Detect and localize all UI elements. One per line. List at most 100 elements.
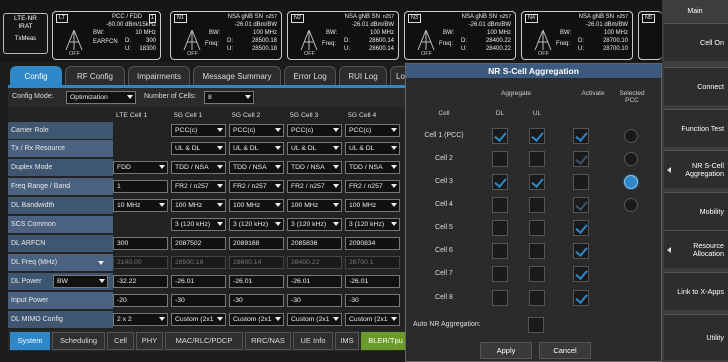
selected-pcc-radio[interactable] <box>624 152 638 166</box>
cancel-button[interactable]: Cancel <box>539 342 591 359</box>
duplex-mode-select[interactable]: TDD / NSA <box>287 161 342 174</box>
dl-bandwidth-select[interactable]: 100 MHz <box>287 199 342 212</box>
ul-aggregate-checkbox[interactable] <box>529 266 545 282</box>
tab-ims[interactable]: IMS <box>335 332 359 350</box>
duplex-mode-select[interactable]: TDD / NSA <box>345 161 400 174</box>
input-power-input[interactable]: -30 <box>171 294 226 307</box>
apply-button[interactable]: Apply <box>480 342 532 359</box>
nr-cell-4-status[interactable]: N4 NSA gNB SN n257 -26.01 dBm/BW BW: 100… <box>521 11 633 60</box>
number-of-cells-select[interactable]: 8 <box>204 91 254 104</box>
dl-arfcn-input[interactable]: 2090834 <box>345 237 400 250</box>
connect-button[interactable]: Connect <box>664 67 728 105</box>
dl-mimo-select[interactable]: Custom (2x1 <box>171 313 226 326</box>
dl-aggregate-checkbox[interactable] <box>492 128 508 144</box>
input-power-input[interactable]: -20 <box>113 294 168 307</box>
link-to-x-apps-button[interactable]: Link to X-Apps <box>664 272 728 310</box>
dl-bandwidth-select[interactable]: 10 MHz <box>113 199 168 212</box>
selected-pcc-radio[interactable] <box>624 198 638 212</box>
activate-checkbox[interactable] <box>573 220 589 236</box>
ul-aggregate-checkbox[interactable] <box>529 290 545 306</box>
tab-phy[interactable]: PHY <box>136 332 163 350</box>
ul-aggregate-checkbox[interactable] <box>529 174 545 190</box>
auto-nr-aggregation-checkbox[interactable] <box>528 317 544 333</box>
dl-mimo-select[interactable]: 2 x 2 <box>113 313 168 326</box>
duplex-mode-select[interactable]: TDD / NSA <box>171 161 226 174</box>
dl-power-input[interactable]: -32.22 <box>113 275 168 288</box>
freq-range-select[interactable]: FR2 / n257 <box>345 180 400 193</box>
nr-scell-aggregation-button[interactable]: NR S-Cell Aggregation <box>664 150 728 188</box>
activate-checkbox[interactable] <box>573 243 589 259</box>
dl-arfcn-input[interactable]: 300 <box>113 237 168 250</box>
dl-mimo-select[interactable]: Custom (2x1 <box>287 313 342 326</box>
duplex-mode-select[interactable]: FDD <box>113 161 168 174</box>
ul-aggregate-checkbox[interactable] <box>529 151 545 167</box>
tab-mac-rlc-pdcp[interactable]: MAC/RLC/PDCP <box>165 332 243 350</box>
tab-cell[interactable]: Cell <box>107 332 134 350</box>
dl-power-unit-select[interactable]: BW <box>53 275 108 288</box>
config-mode-select[interactable]: Optimization <box>66 91 136 104</box>
resource-allocation-button[interactable]: Resource Allocation <box>664 230 728 268</box>
tab-ue-info[interactable]: UE Info <box>293 332 333 350</box>
dl-bandwidth-select[interactable]: 100 MHz <box>229 199 284 212</box>
ul-aggregate-checkbox[interactable] <box>529 197 545 213</box>
scs-select[interactable]: 3 (120 kHz) <box>287 218 342 231</box>
dl-mimo-select[interactable]: Custom (2x1 <box>345 313 400 326</box>
tab-scheduling[interactable]: Scheduling <box>52 332 105 350</box>
dl-arfcn-input[interactable]: 2085836 <box>287 237 342 250</box>
dl-power-input[interactable]: -26.01 <box>287 275 342 288</box>
ul-aggregate-checkbox[interactable] <box>529 128 545 144</box>
input-power-input[interactable]: -30 <box>287 294 342 307</box>
tab-bler-tput[interactable]: BLER/Tpu <box>361 332 410 350</box>
dl-arfcn-input[interactable]: 2089168 <box>229 237 284 250</box>
tx-rx-select[interactable]: UL & DL <box>171 142 226 155</box>
dl-bandwidth-select[interactable]: 100 MHz <box>171 199 226 212</box>
activate-checkbox[interactable] <box>573 290 589 306</box>
freq-range-select[interactable]: FR2 / n257 <box>171 180 226 193</box>
ul-aggregate-checkbox[interactable] <box>529 243 545 259</box>
tx-rx-select[interactable]: UL & DL <box>229 142 284 155</box>
dl-aggregate-checkbox[interactable] <box>492 266 508 282</box>
chevron-down-icon[interactable] <box>98 261 104 265</box>
input-power-input[interactable]: -30 <box>229 294 284 307</box>
nr-cell-3-status[interactable]: N3 NSA gNB SN n257 -26.01 dBm/BW BW: 100… <box>404 11 516 60</box>
lte-mode-indicator[interactable]: LTE-NR IRAT TxMeas <box>3 13 48 54</box>
nr-cell-5-status[interactable]: N5 <box>638 11 662 60</box>
freq-range-select[interactable]: FR2 / n257 <box>229 180 284 193</box>
tab-impairments[interactable]: Impairments <box>128 66 190 86</box>
dl-arfcn-input[interactable]: 2087502 <box>171 237 226 250</box>
dl-bandwidth-select[interactable]: 100 MHz <box>345 199 400 212</box>
scs-select[interactable]: 3 (120 kHz) <box>345 218 400 231</box>
dl-power-input[interactable]: -26.01 <box>171 275 226 288</box>
pcc-cell-status[interactable]: LT PCC / FDD 1 -60.00 dBm/15kHz BW: 10 M… <box>52 11 161 60</box>
tab-system[interactable]: System <box>10 332 50 350</box>
nr-cell-2-status[interactable]: N2 NSA gNB SN n257 -26.01 dBm/BW BW: 100… <box>287 11 399 60</box>
ul-aggregate-checkbox[interactable] <box>529 220 545 236</box>
band-input[interactable]: 1 <box>113 180 168 193</box>
input-power-input[interactable]: -30 <box>345 294 400 307</box>
dl-aggregate-checkbox[interactable] <box>492 174 508 190</box>
activate-checkbox[interactable] <box>573 266 589 282</box>
scs-select[interactable]: 3 (120 kHz) <box>171 218 226 231</box>
activate-checkbox[interactable] <box>573 197 589 213</box>
utility-button[interactable]: Utility <box>664 314 728 360</box>
tx-rx-select[interactable]: UL & DL <box>287 142 342 155</box>
activate-checkbox[interactable] <box>573 151 589 167</box>
selected-pcc-radio[interactable] <box>624 129 638 143</box>
dl-aggregate-checkbox[interactable] <box>492 243 508 259</box>
dl-aggregate-checkbox[interactable] <box>492 151 508 167</box>
tab-message-summary[interactable]: Message Summary <box>193 66 281 86</box>
duplex-mode-select[interactable]: TDD / NSA <box>229 161 284 174</box>
mobility-button[interactable]: Mobility <box>664 192 728 230</box>
function-test-button[interactable]: Function Test <box>664 109 728 147</box>
tab-config[interactable]: Config <box>10 66 62 86</box>
cell-on-button[interactable]: Cell On <box>664 23 728 61</box>
freq-range-select[interactable]: FR2 / n257 <box>287 180 342 193</box>
dl-aggregate-checkbox[interactable] <box>492 220 508 236</box>
carrier-role-select[interactable]: PCC(c) <box>287 124 342 137</box>
tx-rx-select[interactable]: UL & DL <box>345 142 400 155</box>
tab-rui-log[interactable]: RUI Log <box>339 66 387 86</box>
dl-mimo-select[interactable]: Custom (2x1 <box>229 313 284 326</box>
tab-rf-config[interactable]: RF Config <box>65 66 125 86</box>
dl-power-input[interactable]: -26.01 <box>345 275 400 288</box>
scs-select[interactable]: 3 (120 kHz) <box>229 218 284 231</box>
